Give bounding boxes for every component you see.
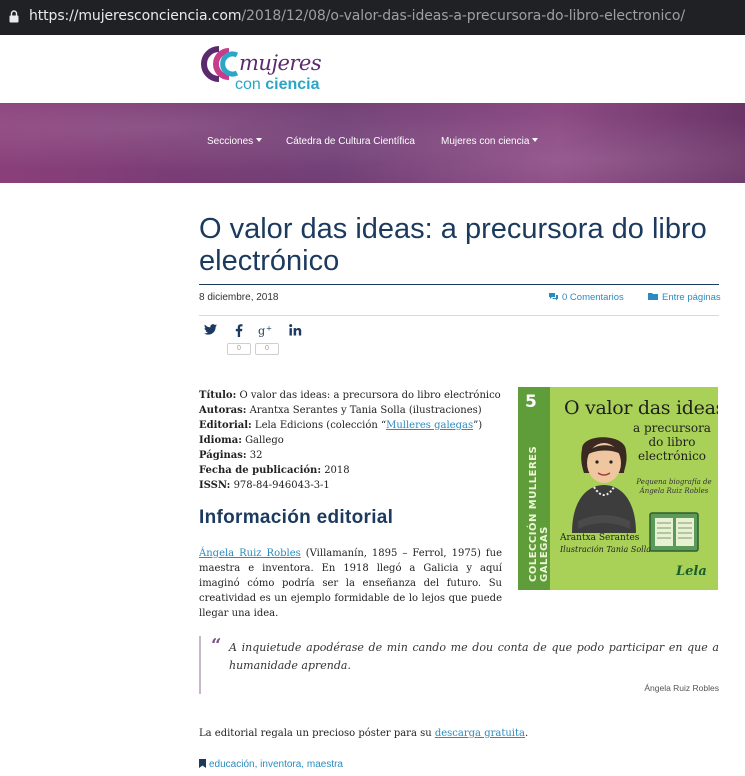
section-heading: Información editorial xyxy=(199,507,394,528)
meta-row-language: Idioma: Gallego xyxy=(199,435,284,446)
meta-row-pages: Páginas: 32 xyxy=(199,450,263,461)
category-link[interactable]: Entre páginas xyxy=(648,292,721,303)
cover-title-line1: O valor das ideas: xyxy=(564,397,718,419)
bookmark-icon xyxy=(199,759,206,768)
person-link[interactable]: Ángela Ruiz Robles xyxy=(199,548,301,559)
linkedin-share-button[interactable] xyxy=(285,324,305,340)
lock-icon xyxy=(9,10,19,23)
url-path: /2018/12/08/o-valor-das-ideas-a-precurso… xyxy=(241,8,685,24)
comments-icon xyxy=(549,293,558,301)
post-tags: educación, inventora, maestra xyxy=(199,759,343,770)
download-link[interactable]: descarga gratuita xyxy=(435,728,525,739)
site-header xyxy=(0,35,745,103)
meta-row-issn: ISSN: 978-84-946043-3-1 xyxy=(199,480,330,491)
logo-word-mujeres: mujeres xyxy=(239,51,322,75)
gplus-share-count: 0 xyxy=(255,343,279,355)
quote-icon: “ xyxy=(211,635,222,656)
main-nav: Secciones Cátedra de Cultura Científica … xyxy=(0,136,745,150)
tag-link[interactable]: inventora xyxy=(260,759,301,770)
download-paragraph: La editorial regala un precioso póster p… xyxy=(199,728,529,739)
google-plus-icon: g + xyxy=(258,324,272,338)
book-metadata: Título: O valor das ideas: a precursora … xyxy=(199,388,509,493)
article-title: O valor das ideas: a precursora do libro… xyxy=(199,213,707,277)
twitter-icon xyxy=(203,324,217,335)
tag-link[interactable]: maestra xyxy=(307,759,343,770)
twitter-share-button[interactable] xyxy=(200,324,220,340)
svg-text:+: + xyxy=(266,324,272,333)
gplus-share-button[interactable]: g + xyxy=(256,324,276,340)
portrait-illustration xyxy=(572,437,636,533)
facebook-share-button[interactable] xyxy=(229,324,249,340)
meta-row-authors: Autoras: Arantxa Serantes y Tania Solla … xyxy=(199,405,482,416)
book-cover-image: 5 COLECCIÓN MULLERES GALEGAS O valor das… xyxy=(518,387,718,590)
title-divider xyxy=(199,284,719,285)
blockquote-bar xyxy=(199,636,201,694)
collection-link[interactable]: Mulleres galegas xyxy=(386,420,473,431)
url-text[interactable]: https://mujeresconciencia.com/2018/12/08… xyxy=(29,8,685,24)
cover-series-name: COLECCIÓN MULLERES GALEGAS xyxy=(528,445,550,582)
logo-word-conciencia: con ciencia xyxy=(235,76,320,93)
nav-item-secciones[interactable]: Secciones xyxy=(207,136,263,147)
quote-author: Ángela Ruiz Robles xyxy=(644,683,719,693)
browser-address-bar[interactable]: https://mujeresconciencia.com/2018/12/08… xyxy=(0,0,745,35)
cover-authors: Arantxa Serantes Ilustración Tania Solla xyxy=(560,533,652,554)
book-device-illustration xyxy=(649,512,699,552)
caret-down-icon xyxy=(532,138,539,142)
comments-link[interactable]: 0 Comentarios xyxy=(548,292,624,303)
caret-down-icon xyxy=(256,138,263,142)
meta-row-title: Título: O valor das ideas: a precursora … xyxy=(199,390,501,401)
post-date: 8 diciembre, 2018 xyxy=(199,292,279,303)
cover-subtitle: Pequena biografía de Ángela Ruiz Robles xyxy=(636,478,712,495)
blockquote-text: A inquietude apodérase de min cando me d… xyxy=(229,641,719,672)
linkedin-icon xyxy=(288,324,301,336)
folder-icon xyxy=(648,293,658,300)
facebook-share-count: 0 xyxy=(227,343,251,355)
meta-row-date: Fecha de publicación: 2018 xyxy=(199,465,350,476)
facebook-icon xyxy=(235,324,243,337)
meta-divider xyxy=(199,315,719,316)
intro-paragraph: Ángela Ruiz Robles (Villamanín, 1895 – F… xyxy=(199,548,502,619)
url-host: https://mujeresconciencia.com xyxy=(29,8,242,24)
svg-text:g: g xyxy=(258,325,265,338)
cover-publisher-logo: Lela xyxy=(676,564,707,579)
meta-row-publisher: Editorial: Lela Edicions (colección “Mul… xyxy=(199,420,483,431)
nav-item-catedra[interactable]: Cátedra de Cultura Científica xyxy=(286,136,415,147)
cover-title-rest: a precursora do libro electrónico xyxy=(633,421,711,463)
tag-link[interactable]: educación xyxy=(209,759,255,770)
site-logo[interactable]: mujeres con ciencia xyxy=(199,43,339,99)
nav-item-mujeres-con-ciencia[interactable]: Mujeres con ciencia xyxy=(441,136,539,147)
